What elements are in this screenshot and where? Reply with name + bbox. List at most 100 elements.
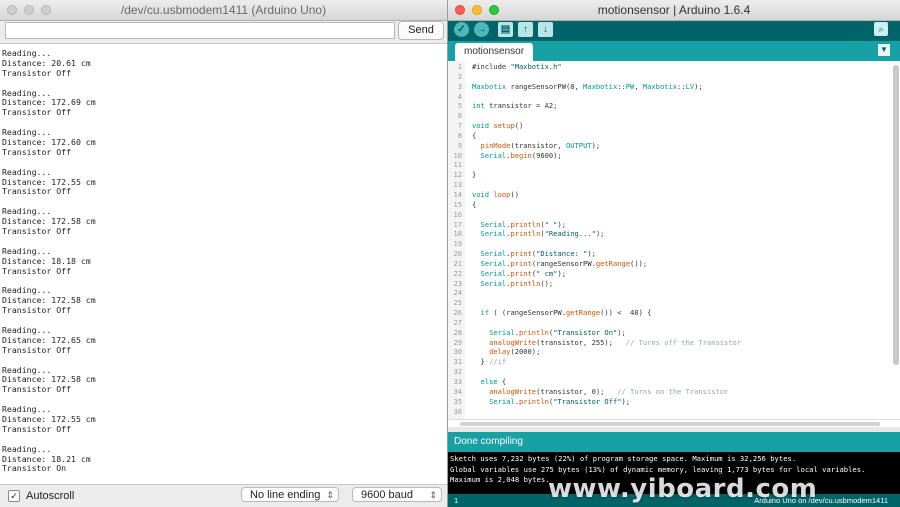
- line-number: 15: [453, 199, 462, 209]
- line-number: 22: [453, 268, 462, 278]
- code-line: 25: [448, 298, 891, 308]
- editor-vertical-scrollbar[interactable]: [893, 65, 899, 365]
- serial-output-line: Distance: 18.21 cm: [2, 453, 91, 464]
- code-line: 17 Serial.println(" ");: [448, 220, 891, 230]
- line-number: 6: [457, 111, 462, 121]
- serial-output-line: Transistor Off: [2, 423, 72, 434]
- baud-rate-value: 9600 baud: [361, 489, 413, 501]
- ide-tabbar: motionsensor ▼: [448, 41, 900, 61]
- autoscroll-toggle[interactable]: ✓ Autoscroll: [8, 490, 74, 502]
- new-icon[interactable]: ▤: [498, 22, 513, 37]
- line-number: 17: [453, 219, 462, 229]
- code-line: 34 analogWrite(transistor, 0); // Turns …: [448, 387, 891, 397]
- serial-output-line: Transistor Off: [2, 265, 72, 276]
- serial-bottom-bar: ✓ Autoscroll No line ending ⇕ 9600 baud …: [0, 484, 447, 507]
- serial-output-line: Transistor Off: [2, 344, 72, 355]
- console-line: Sketch uses 7,232 bytes (22%) of program…: [450, 454, 797, 463]
- code-line: 16: [448, 210, 891, 220]
- line-number: 1: [457, 62, 462, 71]
- serial-output-line: Transistor Off: [2, 226, 72, 237]
- upload-icon[interactable]: →: [474, 22, 489, 37]
- serial-output-line: Transistor Off: [2, 305, 72, 316]
- code-line: 5 int transistor = A2;: [448, 101, 891, 111]
- code-line: 27: [448, 318, 891, 328]
- code-line: 14 void loop(): [448, 190, 891, 200]
- watermark-text: www.yiboard.com: [548, 474, 818, 504]
- ide-titlebar[interactable]: motionsensor | Arduino 1.6.4: [448, 0, 900, 21]
- line-number: 23: [453, 278, 462, 288]
- code-line: 15{: [448, 200, 891, 210]
- code-line: 11: [448, 160, 891, 170]
- line-ending-select[interactable]: No line ending ⇕: [241, 487, 339, 502]
- line-number: 8: [457, 130, 462, 140]
- horizontal-scroll-thumb[interactable]: [460, 422, 880, 426]
- serial-window-title: /dev/cu.usbmodem1411 (Arduino Uno): [120, 3, 327, 17]
- line-number: 26: [453, 308, 462, 318]
- send-row: Send: [0, 21, 447, 43]
- autoscroll-label: Autoscroll: [26, 490, 75, 502]
- code-line: 30 delay(2000);: [448, 347, 891, 357]
- send-button[interactable]: Send: [398, 21, 444, 40]
- code-lines: 1 #include "Maxbotix.h" 2 3 Maxbotix rangeSe…: [448, 62, 891, 416]
- serial-monitor-icon[interactable]: ⌕: [874, 22, 888, 36]
- line-number: 5: [457, 101, 462, 111]
- line-number: 18: [453, 229, 462, 239]
- line-number: 33: [453, 377, 462, 386]
- serial-titlebar[interactable]: /dev/cu.usbmodem1411 (Arduino Uno): [0, 0, 447, 21]
- serial-output-line: [2, 118, 447, 128]
- chevron-updown-icon: ⇕: [326, 490, 334, 500]
- serial-output[interactable]: Reading... Distance: 20.61 cm Transistor O…: [0, 43, 447, 485]
- line-number: 32: [453, 367, 462, 377]
- serial-output-line: Transistor Off: [2, 67, 72, 78]
- code-line: 36: [448, 407, 891, 417]
- verify-icon[interactable]: ✓: [454, 22, 469, 37]
- baud-rate-select[interactable]: 9600 baud ⇕: [352, 487, 442, 502]
- code-line: 10 Serial.begin(9600);: [448, 151, 891, 161]
- code-editor[interactable]: 1 #include "Maxbotix.h" 2 3 Maxbotix rangeSe…: [448, 61, 900, 419]
- serial-output-line: Transistor Off: [2, 186, 72, 197]
- line-number: 13: [453, 180, 462, 190]
- serial-output-line: Transistor Off: [2, 146, 72, 157]
- serial-output-line: [2, 316, 447, 326]
- serial-output-lines: Reading... Distance: 20.61 cm Transistor O…: [0, 44, 447, 474]
- code-line: 18 Serial.println("Reading...");: [448, 229, 891, 239]
- serial-output-line: Transistor Off: [2, 384, 72, 395]
- line-ending-value: No line ending: [250, 489, 321, 501]
- arduino-ide-window: motionsensor | Arduino 1.6.4 ✓ → ▤ ↑ ↓ ⌕…: [448, 0, 900, 507]
- code-line: 24: [448, 288, 891, 298]
- code-line: 20 Serial.print("Distance: ");: [448, 249, 891, 259]
- code-line: 6: [448, 111, 891, 121]
- line-number: 30: [453, 347, 462, 357]
- code-line: 7 void setup(): [448, 121, 891, 131]
- line-number: 36: [453, 406, 462, 416]
- code-line: 32: [448, 367, 891, 377]
- serial-output-line: Transistor On: [2, 463, 67, 474]
- ide-toolbar: ✓ → ▤ ↑ ↓ ⌕: [448, 21, 900, 41]
- code-line: 12}: [448, 170, 891, 180]
- line-number: 35: [453, 396, 462, 406]
- serial-output-line: [2, 237, 447, 247]
- line-number: 3: [457, 81, 462, 91]
- compile-status: Done compiling: [448, 432, 900, 452]
- line-number: 21: [453, 258, 462, 268]
- serial-output-line: [2, 197, 447, 207]
- code-line: 28 Serial.println("Transistor On");: [448, 328, 891, 338]
- line-number: 14: [453, 189, 462, 199]
- serial-send-input[interactable]: [5, 22, 395, 39]
- line-number: 27: [453, 317, 462, 327]
- serial-output-line: [2, 395, 447, 405]
- code-line: 35 Serial.println("Transistor Off");: [448, 397, 891, 407]
- code-line: 3 Maxbotix rangeSensorPW(8, Maxbotix::PW,…: [448, 82, 891, 92]
- serial-output-line: [2, 356, 447, 366]
- open-icon[interactable]: ↑: [518, 22, 533, 37]
- serial-monitor-window: /dev/cu.usbmodem1411 (Arduino Uno) Send …: [0, 0, 448, 507]
- line-number: 31: [453, 357, 462, 367]
- line-number: 28: [453, 327, 462, 337]
- tab-motionsensor[interactable]: motionsensor: [455, 43, 534, 61]
- autoscroll-checkbox[interactable]: ✓: [8, 490, 20, 502]
- code-line: 31 } //if: [448, 357, 891, 367]
- tab-menu-chevron-icon[interactable]: ▼: [878, 44, 890, 56]
- line-number: 29: [453, 337, 462, 347]
- save-icon[interactable]: ↓: [538, 22, 553, 37]
- line-number: 34: [453, 386, 462, 396]
